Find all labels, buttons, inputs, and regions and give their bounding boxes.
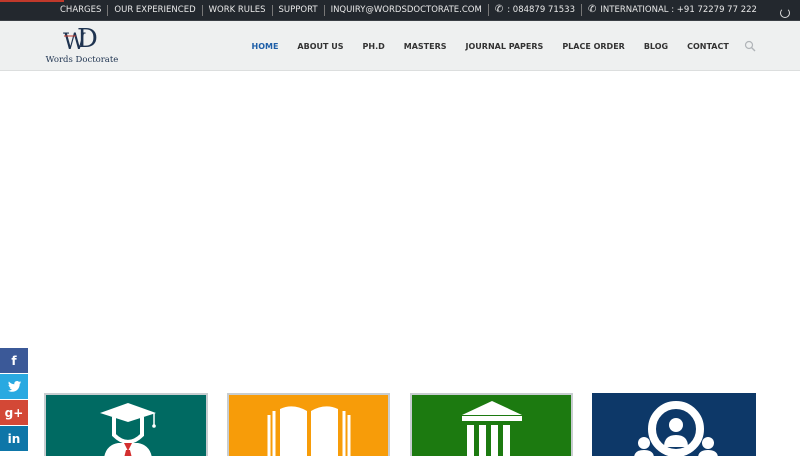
site-header: W D Words Doctorate HOME ABOUT US PH.D M… bbox=[0, 21, 800, 71]
googleplus-icon: g+ bbox=[4, 405, 24, 420]
topbar-link-work-rules[interactable]: WORK RULES bbox=[201, 4, 272, 16]
facebook-icon: f bbox=[11, 353, 17, 368]
facebook-share-button[interactable]: f bbox=[0, 348, 28, 373]
linkedin-share-button[interactable]: in bbox=[0, 426, 28, 451]
site-logo[interactable]: W D Words Doctorate bbox=[44, 25, 120, 67]
phone-intl-text: INTERNATIONAL : +91 72279 77 222 bbox=[600, 5, 757, 15]
search-icon[interactable] bbox=[744, 40, 756, 52]
institution-icon bbox=[462, 401, 522, 456]
nav-journal-papers[interactable]: JOURNAL PAPERS bbox=[456, 42, 553, 51]
top-contact-bar: CHARGES OUR EXPERIENCED WORK RULES SUPPO… bbox=[0, 0, 800, 21]
team-icon bbox=[634, 401, 718, 456]
topbar-link-charges[interactable]: CHARGES bbox=[54, 5, 107, 16]
topbar-phone-intl[interactable]: ✆ INTERNATIONAL : +91 72279 77 222 bbox=[581, 4, 763, 16]
topbar-link-experienced[interactable]: OUR EXPERIENCED bbox=[107, 4, 201, 16]
nav-phd[interactable]: PH.D bbox=[353, 42, 394, 51]
graduate-icon bbox=[100, 403, 156, 456]
phone-icon: ✆ bbox=[494, 4, 504, 15]
googleplus-share-button[interactable]: g+ bbox=[0, 400, 28, 425]
nav-about-us[interactable]: ABOUT US bbox=[288, 42, 353, 51]
loading-spinner-icon bbox=[780, 8, 790, 18]
nav-blog[interactable]: BLOG bbox=[634, 42, 677, 51]
topbar-link-support[interactable]: SUPPORT bbox=[271, 4, 324, 16]
svg-text:D: D bbox=[77, 25, 98, 54]
top-accent-stripe bbox=[0, 0, 64, 2]
social-share-bar: f g+ in bbox=[0, 348, 28, 452]
main-nav: HOME ABOUT US PH.D MASTERS JOURNAL PAPER… bbox=[242, 21, 738, 71]
phone-icon: ✆ bbox=[588, 4, 597, 15]
nav-place-order[interactable]: PLACE ORDER bbox=[553, 42, 635, 51]
tile-phd[interactable] bbox=[44, 393, 208, 456]
topbar-link-email[interactable]: INQUIRY@WORDSDOCTORATE.COM bbox=[323, 4, 488, 16]
phone-local-text: : 084879 71533 bbox=[507, 5, 575, 15]
nav-home[interactable]: HOME bbox=[242, 42, 288, 51]
twitter-share-button[interactable] bbox=[0, 374, 28, 399]
open-book-icon bbox=[267, 406, 351, 456]
twitter-icon bbox=[7, 381, 21, 392]
logo-text: Words Doctorate bbox=[45, 55, 119, 65]
linkedin-icon: in bbox=[7, 431, 21, 446]
tile-journal-papers[interactable] bbox=[410, 393, 573, 456]
nav-contact[interactable]: CONTACT bbox=[678, 42, 739, 51]
topbar-phone-local[interactable]: ✆: 084879 71533 bbox=[487, 4, 581, 16]
logo-monogram-icon: W D bbox=[63, 25, 98, 55]
nav-masters[interactable]: MASTERS bbox=[394, 42, 456, 51]
tile-team[interactable] bbox=[592, 393, 756, 456]
tile-masters[interactable] bbox=[227, 393, 390, 456]
